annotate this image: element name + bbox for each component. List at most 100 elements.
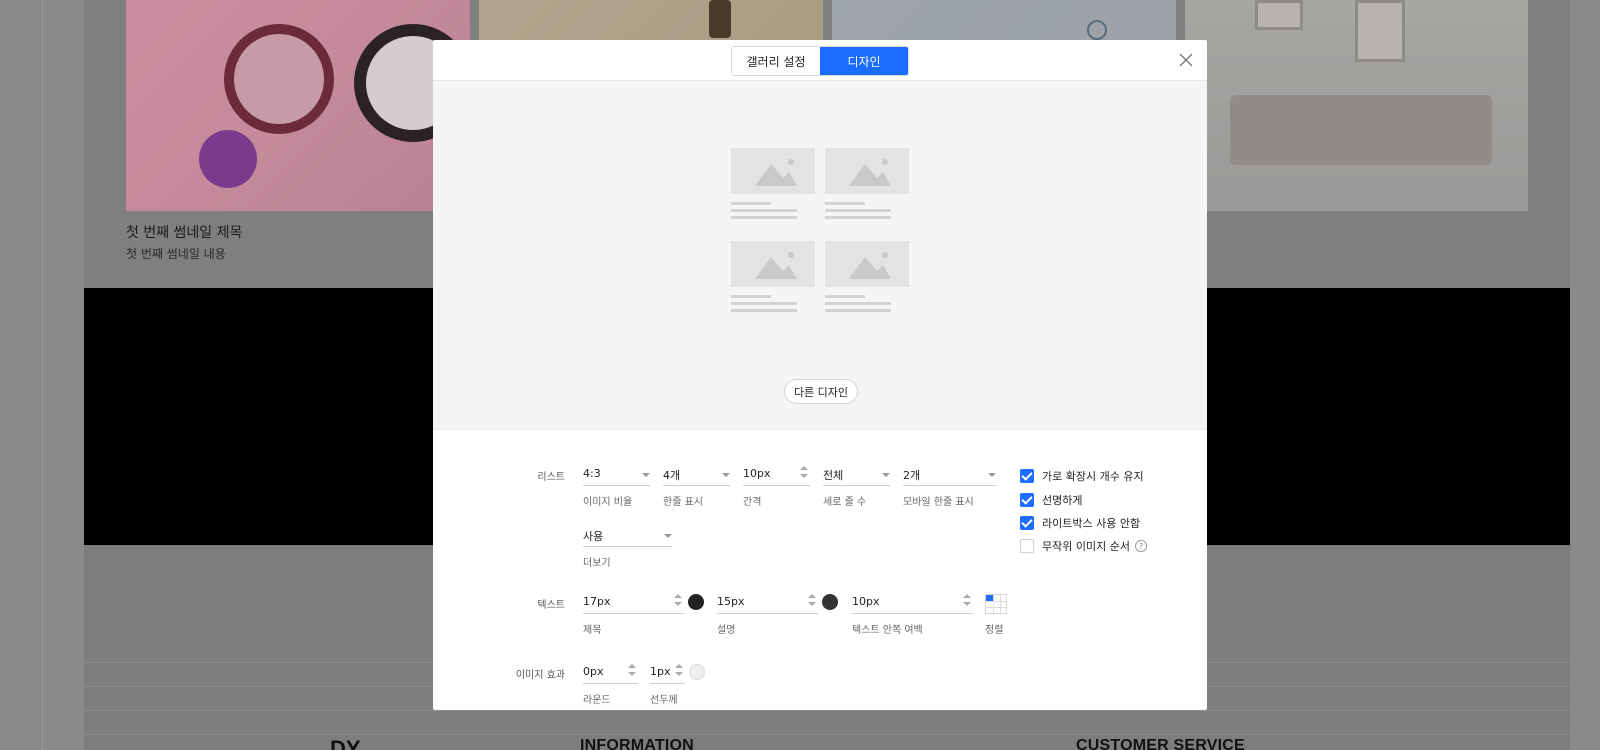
bottle-shape <box>709 0 731 38</box>
gap-label: 간격 <box>743 497 762 508</box>
grid-line <box>986 607 1006 608</box>
image-effect-row-label: 이미지 효과 <box>515 670 565 681</box>
stepper-icon[interactable] <box>963 594 971 608</box>
thumbnail-title: 첫 번째 썸네일 제목 <box>126 225 243 241</box>
title-size-value: 17px <box>583 595 611 608</box>
chevron-down-icon <box>664 534 672 538</box>
stepper-icon[interactable] <box>675 664 683 678</box>
desc-size-value: 15px <box>717 595 745 608</box>
placeholder-line <box>825 302 891 305</box>
tab-gallery-settings[interactable]: 갤러리 설정 <box>732 47 820 75</box>
thumbnail-image-1 <box>126 0 470 211</box>
image-ratio-select[interactable]: 4:3 <box>583 464 650 486</box>
placeholder-line <box>731 302 797 305</box>
random-order-checkbox[interactable]: 무작위 이미지 순서 ? <box>1020 538 1147 554</box>
placeholder-card <box>825 148 909 219</box>
grid-line <box>993 595 994 613</box>
keep-count-checkbox[interactable]: 가로 확장시 개수 유지 <box>1020 468 1144 484</box>
border-width-value: 1px <box>650 665 671 678</box>
image-ratio-label: 이미지 비율 <box>583 497 633 508</box>
desc-size-label: 설명 <box>717 625 736 636</box>
border-color-swatch[interactable] <box>689 664 705 680</box>
title-size-input[interactable]: 17px <box>583 592 684 614</box>
checkbox-checked-icon <box>1020 516 1034 530</box>
checkbox-checked-icon <box>1020 493 1034 507</box>
per-row-label: 한줄 표시 <box>663 497 703 508</box>
checkbox-checked-icon <box>1020 469 1034 483</box>
placeholder-line <box>731 209 797 212</box>
thumbnail-description: 첫 번째 썸네일 내용 <box>126 247 226 261</box>
mobile-per-row-value: 2개 <box>903 469 921 482</box>
stepper-icon[interactable] <box>800 466 808 480</box>
placeholder-line <box>825 202 865 205</box>
thumbnail-image-4 <box>1185 0 1528 211</box>
divider <box>84 710 1570 711</box>
placeholder-line <box>825 209 891 212</box>
text-padding-label: 텍스트 안쪽 여백 <box>852 625 923 636</box>
stepper-icon[interactable] <box>628 664 636 678</box>
more-value: 사용 <box>583 530 604 543</box>
image-placeholder-icon <box>731 241 815 287</box>
tab-design[interactable]: 디자인 <box>820 47 908 75</box>
gap-value: 10px <box>743 467 771 480</box>
placeholder-line <box>731 309 797 312</box>
placeholder-line <box>731 216 797 219</box>
image-placeholder-icon <box>731 148 815 194</box>
gap-input[interactable]: 10px <box>743 464 810 486</box>
mobile-per-row-select[interactable]: 2개 <box>903 464 996 486</box>
tab-group: 갤러리 설정 디자인 <box>731 46 909 76</box>
no-lightbox-checkbox[interactable]: 라이트박스 사용 안함 <box>1020 515 1140 531</box>
checkbox-unchecked-icon <box>1020 539 1034 553</box>
placeholder-line <box>731 202 771 205</box>
round-value: 0px <box>583 665 604 678</box>
title-color-swatch[interactable] <box>688 594 704 610</box>
design-preview: 다른 디자인 <box>433 81 1207 431</box>
desc-color-swatch[interactable] <box>822 594 838 610</box>
placeholder-card <box>731 148 815 219</box>
chevron-down-icon <box>882 473 890 477</box>
close-button[interactable] <box>1178 52 1194 68</box>
title-size-label: 제목 <box>583 625 602 636</box>
sharpen-checkbox[interactable]: 선명하게 <box>1020 492 1082 508</box>
footer-information-heading: INFORMATION <box>580 737 694 750</box>
modal-header: 갤러리 설정 디자인 <box>433 40 1207 81</box>
compact-case-shape <box>224 24 334 134</box>
sharpen-label: 선명하게 <box>1042 494 1083 507</box>
desc-size-input[interactable]: 15px <box>717 592 818 614</box>
image-placeholder-icon <box>825 241 909 287</box>
per-row-value: 4개 <box>663 469 681 482</box>
rows-select[interactable]: 전체 <box>823 464 890 486</box>
text-padding-input[interactable]: 10px <box>852 592 973 614</box>
round-label: 라운드 <box>583 695 611 706</box>
stepper-icon[interactable] <box>808 594 816 608</box>
image-ratio-value: 4:3 <box>583 467 601 480</box>
help-icon[interactable]: ? <box>1134 540 1147 552</box>
list-row-label: 리스트 <box>537 472 565 483</box>
placeholder-line <box>825 309 891 312</box>
no-lightbox-label: 라이트박스 사용 안함 <box>1042 517 1141 530</box>
per-row-select[interactable]: 4개 <box>663 464 730 486</box>
border-width-input[interactable]: 1px <box>650 662 685 684</box>
align-grid-icon[interactable] <box>985 594 1007 614</box>
stepper-icon[interactable] <box>674 594 682 608</box>
wall-frame-2 <box>1355 0 1405 62</box>
round-input[interactable]: 0px <box>583 662 638 684</box>
placeholder-line <box>825 295 865 298</box>
page-left-border <box>42 0 43 750</box>
design-settings-modal: 갤러리 설정 디자인 다른 디자인 리스트 4:3 이미지 비율 4개 한줄 표… <box>433 40 1207 710</box>
other-design-button[interactable]: 다른 디자인 <box>784 379 858 404</box>
grid-line <box>1000 595 1001 613</box>
settings-panel: 리스트 4:3 이미지 비율 4개 한줄 표시 10px 간격 전체 세로 줄 … <box>433 431 1207 710</box>
footer-customer-service-heading: CUSTOMER SERVICE <box>1076 737 1245 750</box>
divider <box>84 734 1570 735</box>
mobile-per-row-label: 모바일 한줄 표시 <box>903 497 974 508</box>
text-row-label: 텍스트 <box>537 600 565 611</box>
grid-line <box>986 601 1006 602</box>
keep-count-label: 가로 확장시 개수 유지 <box>1042 470 1144 483</box>
border-width-label: 선두께 <box>650 695 678 706</box>
rows-label: 세로 줄 수 <box>823 497 867 508</box>
more-select[interactable]: 사용 <box>583 525 672 547</box>
random-order-label: 무작위 이미지 순서 <box>1042 540 1130 553</box>
close-icon <box>1179 53 1193 67</box>
placeholder-line <box>825 216 891 219</box>
